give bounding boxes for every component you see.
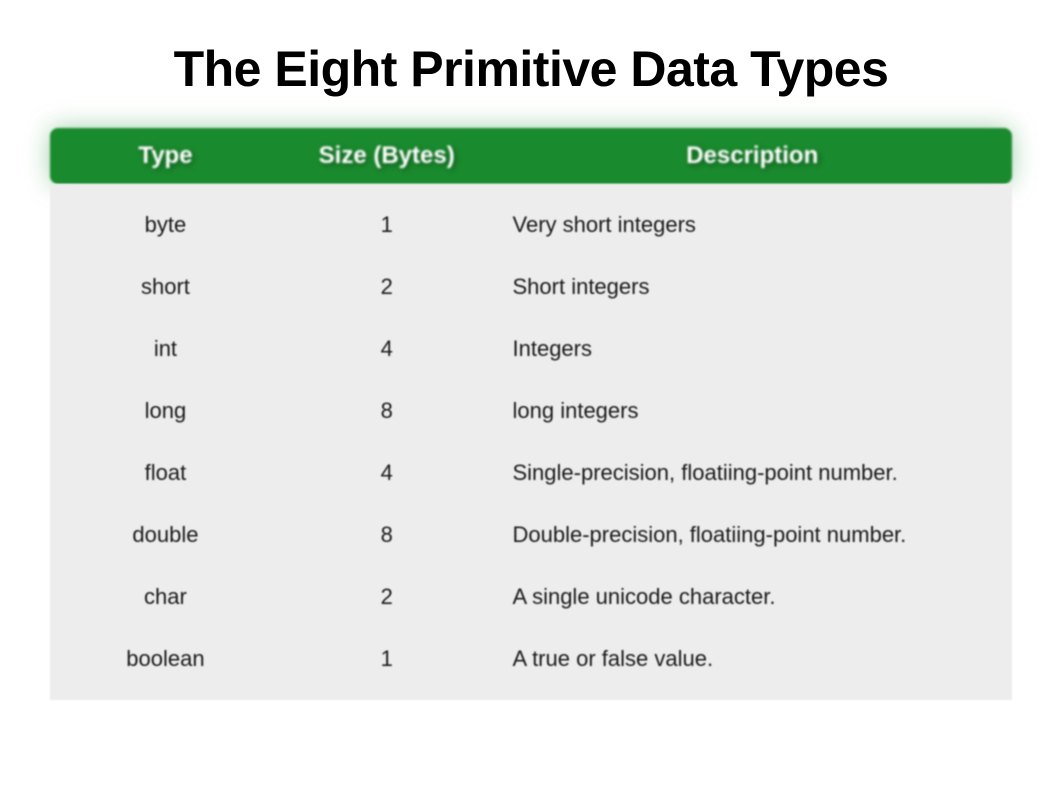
cell-size: 2 [281,274,493,300]
table-row: char 2 A single unicode character. [50,566,1012,628]
table-row: long 8 long integers [50,380,1012,442]
table-row: int 4 Integers [50,318,1012,380]
cell-description: Short integers [493,274,1012,300]
cell-type: int [50,336,281,362]
table-row: double 8 Double-precision, floatiing-poi… [50,504,1012,566]
cell-type: double [50,522,281,548]
cell-description: long integers [493,398,1012,424]
cell-description: Single-precision, floatiing-point number… [493,460,1012,486]
cell-size: 1 [281,212,493,238]
primitive-types-table: Type Size (Bytes) Description byte 1 Ver… [50,128,1012,700]
cell-type: long [50,398,281,424]
table-row: short 2 Short integers [50,256,1012,318]
cell-description: A single unicode character. [493,584,1012,610]
table-row: byte 1 Very short integers [50,194,1012,256]
page-title: The Eight Primitive Data Types [50,40,1012,98]
cell-type: float [50,460,281,486]
cell-size: 2 [281,584,493,610]
header-type: Type [50,142,281,170]
table-row: boolean 1 A true or false value. [50,628,1012,690]
header-size: Size (Bytes) [281,142,493,170]
table-row: float 4 Single-precision, floatiing-poin… [50,442,1012,504]
cell-description: Double-precision, floatiing-point number… [493,522,1012,548]
header-description: Description [493,142,1012,170]
cell-type: byte [50,212,281,238]
cell-description: Very short integers [493,212,1012,238]
table-body: byte 1 Very short integers short 2 Short… [50,184,1012,700]
table-header-row: Type Size (Bytes) Description [50,128,1012,184]
cell-type: short [50,274,281,300]
cell-size: 8 [281,398,493,424]
cell-description: A true or false value. [493,646,1012,672]
cell-size: 4 [281,336,493,362]
cell-type: char [50,584,281,610]
cell-size: 1 [281,646,493,672]
cell-size: 8 [281,522,493,548]
cell-description: Integers [493,336,1012,362]
cell-size: 4 [281,460,493,486]
cell-type: boolean [50,646,281,672]
